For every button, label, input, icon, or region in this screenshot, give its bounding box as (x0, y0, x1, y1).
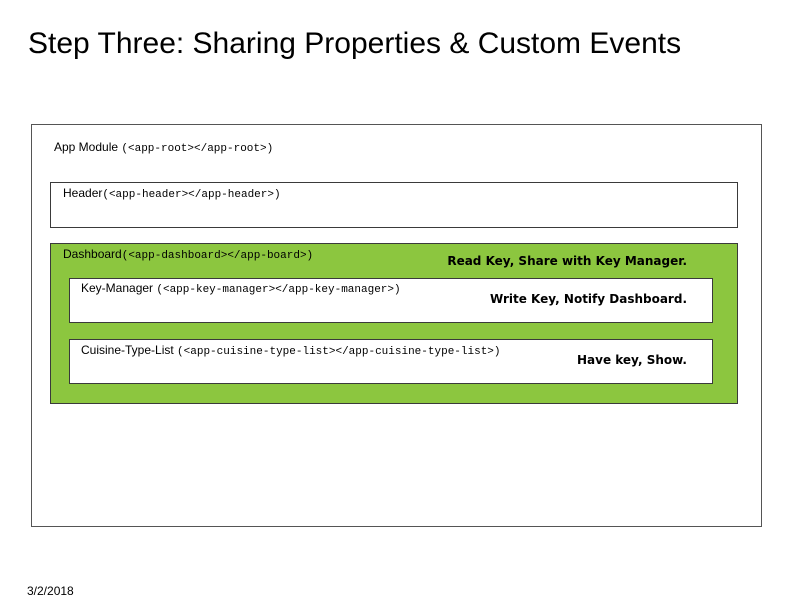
header-component-tag: (<app-header></app-header>) (102, 189, 281, 201)
cuisine-type-list-component-name: Cuisine-Type-List (81, 343, 178, 357)
key-manager-component-label: Key-Manager (<app-key-manager></app-key-… (81, 281, 401, 297)
key-manager-component-tag: (<app-key-manager></app-key-manager>) (156, 284, 401, 296)
app-module-label: App Module (<app-root></app-root>) (54, 140, 273, 156)
key-manager-component-box: Key-Manager (<app-key-manager></app-key-… (69, 278, 713, 323)
key-manager-note: Write Key, Notify Dashboard. (489, 292, 687, 306)
dashboard-component-label: Dashboard(<app-dashboard></app-board>) (63, 247, 313, 263)
cuisine-type-list-note: Have key, Show. (576, 353, 687, 367)
dashboard-component-tag: (<app-dashboard></app-board>) (121, 250, 314, 262)
page-title: Step Three: Sharing Properties & Custom … (28, 27, 682, 60)
app-module-name: App Module (54, 140, 122, 154)
header-component-box: Header(<app-header></app-header>) (50, 182, 738, 228)
key-manager-component-name: Key-Manager (81, 281, 157, 295)
cuisine-type-list-component-tag: (<app-cuisine-type-list></app-cuisine-ty… (177, 346, 501, 358)
header-component-name: Header (63, 186, 103, 200)
dashboard-note: Read Key, Share with Key Manager. (447, 254, 687, 268)
cuisine-type-list-component-box: Cuisine-Type-List (<app-cuisine-type-lis… (69, 339, 713, 384)
header-component-label: Header(<app-header></app-header>) (63, 186, 281, 202)
cuisine-type-list-component-label: Cuisine-Type-List (<app-cuisine-type-lis… (81, 343, 501, 359)
dashboard-component-name: Dashboard (63, 247, 122, 261)
date-footer: 3/2/2018 (27, 584, 74, 598)
app-module-tag: (<app-root></app-root>) (121, 143, 274, 155)
